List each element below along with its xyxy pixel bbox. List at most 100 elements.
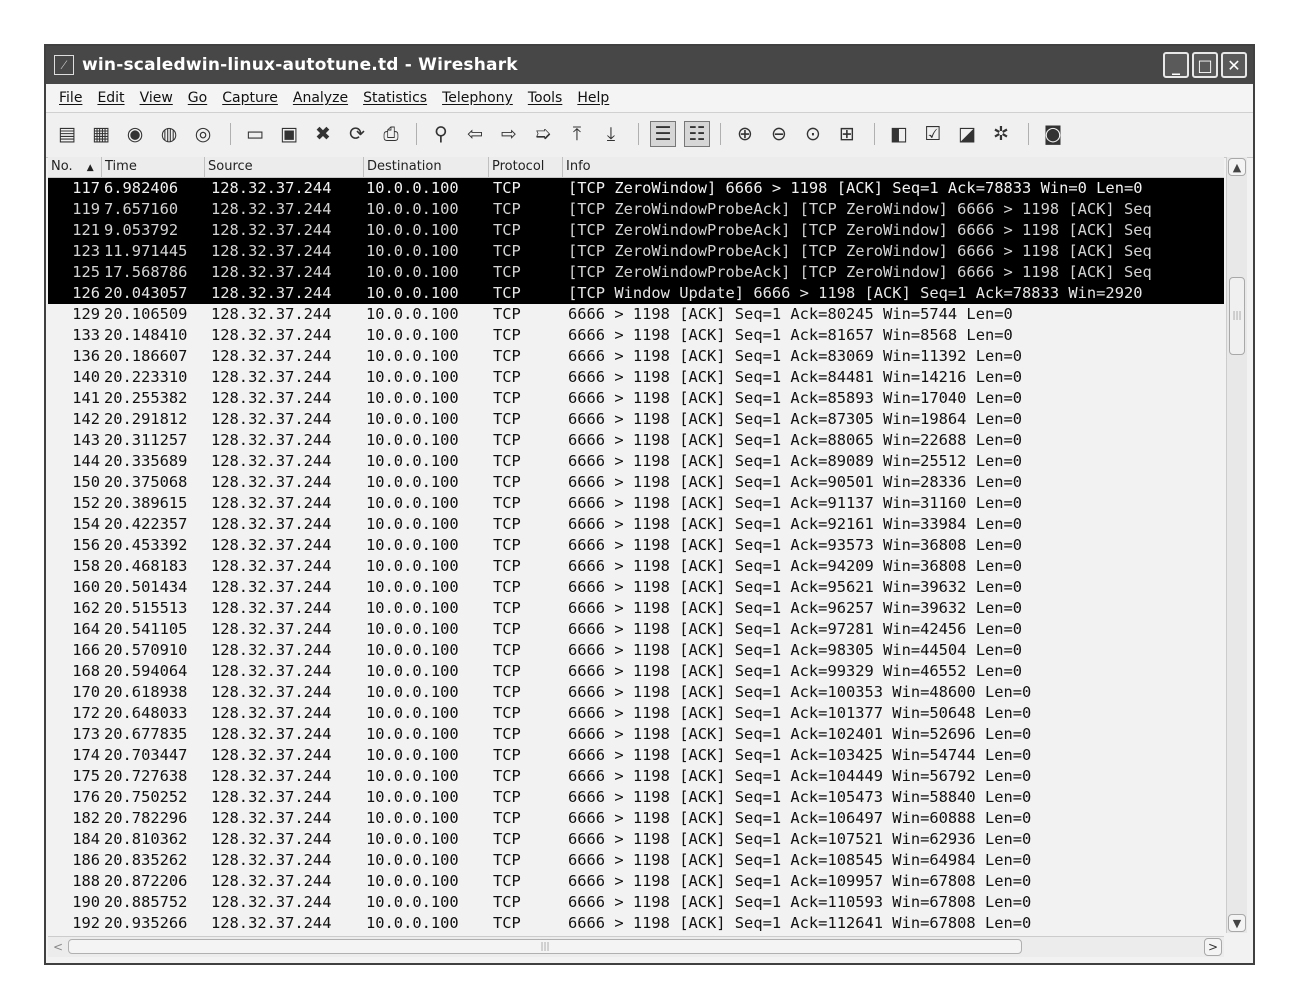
scroll-down-button[interactable]: ▼ xyxy=(1228,914,1246,932)
menu-telephony[interactable]: Telephony xyxy=(442,90,513,106)
print-icon[interactable]: ⎙ xyxy=(378,121,404,147)
packet-info: 6666 > 1198 [ACK] Seq=1 Ack=101377 Win=5… xyxy=(568,704,1032,722)
packet-row[interactable]: 182 20.782296 128.32.37.244 10.0.0.100 TCP 66… xyxy=(48,808,1224,829)
packet-no: 119 xyxy=(72,200,100,218)
packet-row[interactable]: 192 20.935266 128.32.37.244 10.0.0.100 TCP 66… xyxy=(48,913,1224,933)
menu-statistics[interactable]: Statistics xyxy=(363,90,427,106)
column-header-info[interactable]: Info xyxy=(563,157,1224,177)
column-header-no[interactable]: No. ▲ xyxy=(48,157,102,177)
packet-row[interactable]: 174 20.703447 128.32.37.244 10.0.0.100 TCP 66… xyxy=(48,745,1224,766)
find-packet-icon[interactable]: ⚲ xyxy=(428,121,454,147)
packet-row[interactable]: 125 17.568786 128.32.37.244 10.0.0.100 TCP [T… xyxy=(48,262,1224,283)
horizontal-scroll-thumb[interactable]: ||| xyxy=(68,939,1022,954)
packet-row[interactable]: 164 20.541105 128.32.37.244 10.0.0.100 TCP 66… xyxy=(48,619,1224,640)
wireshark-window: ⁄ win-scaledwin-linux-autotune.td - Wire… xyxy=(44,44,1255,965)
column-header-time[interactable]: Time xyxy=(102,157,205,177)
packet-row[interactable]: 129 20.106509 128.32.37.244 10.0.0.100 TCP 66… xyxy=(48,304,1224,325)
zoom-out-icon[interactable]: ⊖ xyxy=(766,121,792,147)
packet-row[interactable]: 140 20.223310 128.32.37.244 10.0.0.100 TCP 66… xyxy=(48,367,1224,388)
packet-info: 6666 > 1198 [ACK] Seq=1 Ack=90501 Win=28… xyxy=(568,473,1023,491)
packet-row[interactable]: 162 20.515513 128.32.37.244 10.0.0.100 TCP 66… xyxy=(48,598,1224,619)
packet-row[interactable]: 141 20.255382 128.32.37.244 10.0.0.100 TCP 66… xyxy=(48,388,1224,409)
menu-file[interactable]: File xyxy=(59,90,82,106)
menu-tools[interactable]: Tools xyxy=(528,90,563,106)
zoom-normal-icon[interactable]: ⊙ xyxy=(800,121,826,147)
open-file-icon[interactable]: ▭ xyxy=(242,121,268,147)
start-capture-icon[interactable]: ◉ xyxy=(122,121,148,147)
menu-view[interactable]: View xyxy=(140,90,173,106)
menu-help[interactable]: Help xyxy=(577,90,609,106)
packet-row[interactable]: 142 20.291812 128.32.37.244 10.0.0.100 TCP 66… xyxy=(48,409,1224,430)
column-header-protocol[interactable]: Protocol xyxy=(489,157,563,177)
packet-row[interactable]: 143 20.311257 128.32.37.244 10.0.0.100 TCP 66… xyxy=(48,430,1224,451)
scroll-up-button[interactable]: ▲ xyxy=(1228,158,1246,176)
preferences-icon[interactable]: ✲ xyxy=(988,121,1014,147)
packet-row[interactable]: 154 20.422357 128.32.37.244 10.0.0.100 TCP 66… xyxy=(48,514,1224,535)
packet-row[interactable]: 184 20.810362 128.32.37.244 10.0.0.100 TCP 66… xyxy=(48,829,1224,850)
menu-analyze[interactable]: Analyze xyxy=(293,90,348,106)
toolbar-separator xyxy=(720,123,721,145)
horizontal-scrollbar[interactable]: < ||| > xyxy=(48,936,1224,957)
menu-edit[interactable]: Edit xyxy=(97,90,124,106)
go-back-icon[interactable]: ⇦ xyxy=(462,121,488,147)
menu-capture[interactable]: Capture xyxy=(222,90,278,106)
packet-row[interactable]: 176 20.750252 128.32.37.244 10.0.0.100 TCP 66… xyxy=(48,787,1224,808)
stop-capture-icon[interactable]: ◍ xyxy=(156,121,182,147)
packet-row[interactable]: 190 20.885752 128.32.37.244 10.0.0.100 TCP 66… xyxy=(48,892,1224,913)
restart-capture-icon[interactable]: ◎ xyxy=(190,121,216,147)
packet-row[interactable]: 117 6.982406 128.32.37.244 10.0.0.100 TCP [TC… xyxy=(48,178,1224,199)
packet-row[interactable]: 173 20.677835 128.32.37.244 10.0.0.100 TCP 66… xyxy=(48,724,1224,745)
packet-row[interactable]: 121 9.053792 128.32.37.244 10.0.0.100 TCP [TC… xyxy=(48,220,1224,241)
go-forward-icon[interactable]: ⇨ xyxy=(496,121,522,147)
resize-columns-icon[interactable]: ⊞ xyxy=(834,121,860,147)
maximize-button[interactable]: □ xyxy=(1192,52,1218,78)
packet-no: 117 xyxy=(72,179,100,197)
packet-time: 20.043057 xyxy=(104,284,188,302)
list-interfaces-icon[interactable]: ▤ xyxy=(54,121,80,147)
packet-row[interactable]: 188 20.872206 128.32.37.244 10.0.0.100 TCP 66… xyxy=(48,871,1224,892)
capture-options-icon[interactable]: ▦ xyxy=(88,121,114,147)
scroll-left-button[interactable]: < xyxy=(49,938,67,956)
packet-row[interactable]: 152 20.389615 128.32.37.244 10.0.0.100 TCP 66… xyxy=(48,493,1224,514)
packet-row[interactable]: 158 20.468183 128.32.37.244 10.0.0.100 TCP 66… xyxy=(48,556,1224,577)
column-header-source[interactable]: Source xyxy=(205,157,364,177)
packet-row[interactable]: 175 20.727638 128.32.37.244 10.0.0.100 TCP 66… xyxy=(48,766,1224,787)
packet-row[interactable]: 186 20.835262 128.32.37.244 10.0.0.100 TCP 66… xyxy=(48,850,1224,871)
packet-row[interactable]: 172 20.648033 128.32.37.244 10.0.0.100 TCP 66… xyxy=(48,703,1224,724)
packet-row[interactable]: 166 20.570910 128.32.37.244 10.0.0.100 TCP 66… xyxy=(48,640,1224,661)
close-button[interactable]: ✕ xyxy=(1221,52,1247,78)
packet-row[interactable]: 168 20.594064 128.32.37.244 10.0.0.100 TCP 66… xyxy=(48,661,1224,682)
menu-go[interactable]: Go xyxy=(188,90,207,106)
packet-row[interactable]: 119 7.657160 128.32.37.244 10.0.0.100 TCP [TC… xyxy=(48,199,1224,220)
display-filters-icon[interactable]: ☑ xyxy=(920,121,946,147)
vertical-scroll-thumb[interactable]: ||| xyxy=(1229,277,1245,355)
packet-list[interactable]: No. ▲ Time Source Destination Protocol I… xyxy=(48,157,1224,933)
help-icon[interactable]: ◙ xyxy=(1040,121,1066,147)
coloring-rules-icon[interactable]: ◪ xyxy=(954,121,980,147)
go-to-packet-icon[interactable]: ➯ xyxy=(530,121,556,147)
window-title: win-scaledwin-linux-autotune.td - Wiresh… xyxy=(82,55,518,75)
colorize-icon[interactable]: ☰ xyxy=(650,121,676,147)
save-file-icon[interactable]: ▣ xyxy=(276,121,302,147)
title-bar[interactable]: ⁄ win-scaledwin-linux-autotune.td - Wire… xyxy=(46,46,1253,84)
packet-row[interactable]: 144 20.335689 128.32.37.244 10.0.0.100 TCP 66… xyxy=(48,451,1224,472)
packet-row[interactable]: 156 20.453392 128.32.37.244 10.0.0.100 TCP 66… xyxy=(48,535,1224,556)
close-file-icon[interactable]: ✖ xyxy=(310,121,336,147)
packet-row[interactable]: 133 20.148410 128.32.37.244 10.0.0.100 TCP 66… xyxy=(48,325,1224,346)
capture-filters-icon[interactable]: ◧ xyxy=(886,121,912,147)
minimize-button[interactable]: _ xyxy=(1163,52,1189,78)
go-last-icon[interactable]: ⤓ xyxy=(598,121,624,147)
packet-row[interactable]: 136 20.186607 128.32.37.244 10.0.0.100 TCP 66… xyxy=(48,346,1224,367)
packet-row[interactable]: 126 20.043057 128.32.37.244 10.0.0.100 TCP [T… xyxy=(48,283,1224,304)
reload-icon[interactable]: ⟳ xyxy=(344,121,370,147)
auto-scroll-icon[interactable]: ☷ xyxy=(684,121,710,147)
scroll-right-button[interactable]: > xyxy=(1204,938,1222,956)
packet-row[interactable]: 160 20.501434 128.32.37.244 10.0.0.100 TCP 66… xyxy=(48,577,1224,598)
packet-row[interactable]: 123 11.971445 128.32.37.244 10.0.0.100 TCP [T… xyxy=(48,241,1224,262)
packet-row[interactable]: 150 20.375068 128.32.37.244 10.0.0.100 TCP 66… xyxy=(48,472,1224,493)
column-header-destination[interactable]: Destination xyxy=(364,157,489,177)
zoom-in-icon[interactable]: ⊕ xyxy=(732,121,758,147)
packet-row[interactable]: 170 20.618938 128.32.37.244 10.0.0.100 TCP 66… xyxy=(48,682,1224,703)
vertical-scrollbar[interactable]: ▲ ||| ▼ xyxy=(1226,157,1247,933)
go-first-icon[interactable]: ⤒ xyxy=(564,121,590,147)
